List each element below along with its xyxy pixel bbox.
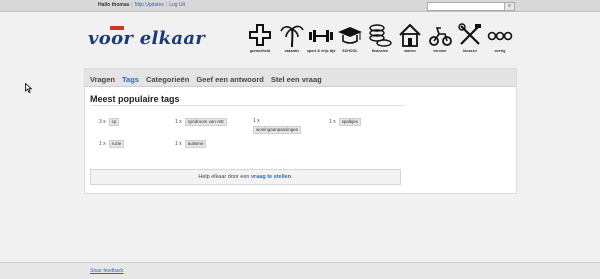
ask-question-link[interactable]: vraag te stellen <box>251 174 291 180</box>
tag-chip[interactable]: cp <box>108 118 120 126</box>
tag-count: 1 x <box>329 119 336 125</box>
house-icon <box>399 23 421 47</box>
scooter-icon <box>429 27 452 46</box>
category-sport[interactable]: sport & vrije tijd <box>307 22 335 56</box>
tag-count: 1 x <box>99 141 106 147</box>
category-transport[interactable]: vervoer <box>426 22 454 56</box>
category-school[interactable]: SCHOOL <box>336 22 364 56</box>
tag-item: 1 x woningaanpassingen <box>253 118 302 134</box>
user-links: Hallo thomas | Mijn Updates | Log Uit <box>98 2 186 8</box>
tag-chip[interactable]: ruzie <box>108 140 125 148</box>
dumbbell-icon <box>309 30 333 42</box>
logout-link[interactable]: Log Uit <box>169 2 185 8</box>
category-housing[interactable]: wonen <box>396 22 424 56</box>
category-finance[interactable]: financien <box>366 22 394 56</box>
mouse-cursor-icon <box>25 83 32 93</box>
site-logo[interactable]: voor elkaar <box>88 28 205 49</box>
tag-chip[interactable]: syndroom van rett <box>184 118 227 126</box>
palm-tree-icon <box>280 25 304 48</box>
greeting: Hallo thomas <box>98 2 130 8</box>
magnifier-icon: ⌕ <box>507 3 512 9</box>
tab-bar: Vragen Tags Categorieën Geef een antwoord St… <box>85 69 516 87</box>
category-tools[interactable]: klussen <box>456 22 484 56</box>
tab-ask-question[interactable]: Stel een vraag <box>271 71 322 89</box>
tag-item: 1 x spalkjes <box>329 118 361 126</box>
tag-chip[interactable]: autisme <box>184 140 207 148</box>
tab-give-answer[interactable]: Geef een antwoord <box>196 71 264 89</box>
search-button[interactable]: ⌕ <box>504 2 515 11</box>
feedback-link[interactable]: Stuur feedback <box>90 268 124 274</box>
help-text: Help elkaar door een <box>198 174 250 180</box>
tag-count: 1 x <box>253 118 260 124</box>
page-title: Meest populaire tags <box>90 94 180 104</box>
search-input[interactable] <box>427 2 515 11</box>
help-box: Help elkaar door een vraag te stellen. <box>90 169 401 185</box>
coins-icon <box>369 24 392 47</box>
my-updates-link[interactable]: Mijn Updates <box>135 2 164 8</box>
graduation-cap-icon <box>338 27 362 44</box>
footer: Stuur feedback <box>0 263 600 279</box>
tag-count: 1 x <box>175 119 182 125</box>
divider <box>90 105 405 106</box>
category-other[interactable]: overig <box>486 22 514 56</box>
tag-chip[interactable]: spalkjes <box>338 118 361 126</box>
tag-item: 3 x cp <box>99 118 120 126</box>
tag-item: 1 x syndroom van rett <box>175 118 227 126</box>
tag-chip[interactable]: woningaanpassingen <box>253 126 302 134</box>
dots-icon <box>487 31 513 41</box>
cross-icon <box>249 24 271 46</box>
category-health[interactable]: gezondheid <box>246 22 274 56</box>
tag-item: 1 x autisme <box>175 140 207 148</box>
tag-count: 1 x <box>175 141 182 147</box>
tag-count: 3 x <box>99 119 106 125</box>
tools-icon <box>458 23 481 45</box>
category-holiday[interactable]: vakantie <box>278 22 306 56</box>
content-panel: Vragen Tags Categorieën Geef een antwoord St… <box>84 68 517 194</box>
tag-item: 1 x ruzie <box>99 140 125 148</box>
tab-categories[interactable]: Categorieën <box>146 71 189 89</box>
tab-tags[interactable]: Tags <box>122 71 139 89</box>
tab-questions[interactable]: Vragen <box>90 71 115 89</box>
